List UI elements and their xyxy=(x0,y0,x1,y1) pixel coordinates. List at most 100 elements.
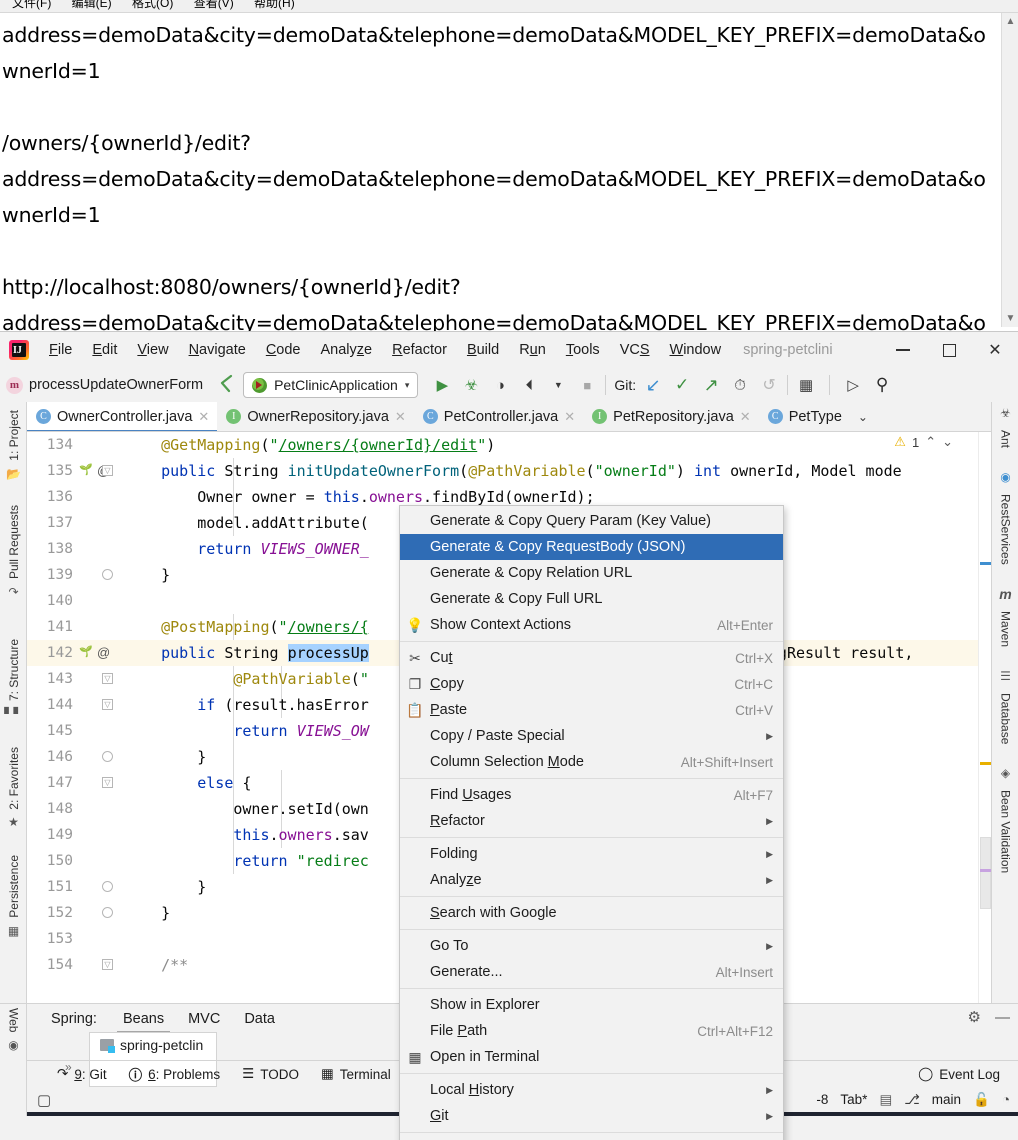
tree-item-module[interactable]: spring-petclin xyxy=(90,1033,216,1053)
menu-item-copy[interactable]: ❐ Copy Ctrl+C xyxy=(400,671,783,697)
sidebar-item-persistence[interactable]: Persistence ▦ xyxy=(0,851,27,944)
menu-item-analyze[interactable]: Analyze ▶ xyxy=(400,867,783,893)
menu-item-go-to[interactable]: Go To ▶ xyxy=(400,933,783,959)
fold-icon[interactable]: ▽ xyxy=(102,465,113,476)
menu-item-generate-copy-full-url[interactable]: Generate & Copy Full URL xyxy=(400,586,783,612)
navigation-bar[interactable]: m processUpdateOwnerForm xyxy=(6,376,203,394)
tab-mvc[interactable]: MVC xyxy=(176,1007,232,1032)
sidebar-item-maven[interactable]: m Maven xyxy=(992,585,1018,651)
menu-item-open-in-terminal[interactable]: ▦ Open in Terminal xyxy=(400,1044,783,1070)
scrollbar-thumb[interactable] xyxy=(980,837,991,909)
menu-item-git[interactable]: Git ▶ xyxy=(400,1103,783,1129)
scrollbar-track[interactable] xyxy=(1002,30,1018,310)
notepad-menu-format[interactable]: 格式(O) xyxy=(124,0,182,12)
notepad-menu-help[interactable]: 帮助(H) xyxy=(246,0,304,12)
menu-item-copy-paste-special[interactable]: Copy / Paste Special ▶ xyxy=(400,723,783,749)
indent-settings-icon[interactable]: ▤ xyxy=(879,1092,892,1108)
menu-code[interactable]: Code xyxy=(256,339,311,361)
menu-analyze[interactable]: Analyze xyxy=(311,339,383,361)
sidebar-item-favorites[interactable]: 2: Favorites ★ xyxy=(0,743,27,836)
menu-item-file-path[interactable]: File Path Ctrl+Alt+F12 xyxy=(400,1018,783,1044)
commit-icon[interactable]: ✓ xyxy=(672,375,692,395)
inspection-settings-icon[interactable]: ◔ xyxy=(1002,1092,1010,1107)
notepad-text-area[interactable]: address=demoData&city=demoData&telephone… xyxy=(0,15,991,371)
menu-item-show-in-explorer[interactable]: Show in Explorer xyxy=(400,992,783,1018)
fold-icon[interactable] xyxy=(102,569,113,580)
run-configuration-selector[interactable]: PetClinicApplication ▾ xyxy=(243,372,419,398)
menu-tools[interactable]: Tools xyxy=(556,339,610,361)
menu-item-folding[interactable]: Folding ▶ xyxy=(400,841,783,867)
back-arrow-icon[interactable] xyxy=(217,373,235,397)
sidebar-item-pull-requests[interactable]: Pull Requests ↷ xyxy=(0,501,27,605)
chevron-down-icon[interactable]: ▾ xyxy=(405,380,410,391)
project-structure-icon[interactable]: ▦ xyxy=(796,375,816,395)
close-icon[interactable]: ✕ xyxy=(740,409,751,425)
push-icon[interactable]: ↗ xyxy=(701,375,721,395)
code-line[interactable]: public String initUpdateOwnerForm(@PathV… xyxy=(119,458,991,484)
search-everywhere-icon[interactable]: ⚲ xyxy=(872,375,892,395)
fold-icon[interactable] xyxy=(102,907,113,918)
notepad-vertical-scrollbar[interactable]: ▲ ▼ xyxy=(1001,13,1018,327)
editor-context-menu[interactable]: Generate & Copy Query Param (Key Value) … xyxy=(399,505,784,1140)
menu-item-search-with-google[interactable]: Search with Google xyxy=(400,900,783,926)
inspection-widget[interactable]: ⚠ 1 ⌃ ⌄ xyxy=(894,434,953,450)
menu-vcs[interactable]: VCS xyxy=(610,339,660,361)
sidebar-item-bean-validation[interactable]: ◈ Bean Validation xyxy=(992,764,1018,877)
status-branch[interactable]: main xyxy=(932,1092,961,1107)
editor-marker-scrollbar[interactable] xyxy=(978,432,991,1003)
editor-tab-petcontroller[interactable]: C PetController.java ✕ xyxy=(414,402,583,431)
breadcrumb-method-name[interactable]: processUpdateOwnerForm xyxy=(29,377,203,393)
fold-icon[interactable]: ▽ xyxy=(102,699,113,710)
menu-edit[interactable]: Edit xyxy=(82,339,127,361)
close-button[interactable]: ✕ xyxy=(972,332,1018,368)
status-encoding[interactable]: -8 xyxy=(816,1092,828,1107)
editor-tab-pettype[interactable]: C PetType xyxy=(759,402,850,431)
fold-icon[interactable] xyxy=(102,881,113,892)
tab-beans[interactable]: Beans xyxy=(111,1007,176,1034)
editor-gutter[interactable]: 134 135 🌱 @ ▽ 136 137 138 139 140 14 xyxy=(27,432,119,1003)
menu-navigate[interactable]: Navigate xyxy=(179,339,256,361)
menu-item-generate-copy-relation-url[interactable]: Generate & Copy Relation URL xyxy=(400,560,783,586)
ide-menu-bar[interactable]: File Edit View Navigate Code Analyze Ref… xyxy=(39,339,731,361)
menu-item-cut[interactable]: ✂ Cut Ctrl+X xyxy=(400,645,783,671)
annotation-gutter-icon[interactable]: @ xyxy=(97,640,110,666)
close-icon[interactable]: ✕ xyxy=(198,409,209,425)
menu-item-compare-with-clipboard[interactable]: ❐ Compare with Clipboard xyxy=(400,1136,783,1140)
scroll-down-arrow-icon[interactable]: ▼ xyxy=(1002,310,1018,327)
menu-item-column-selection-mode[interactable]: Column Selection Mode Alt+Shift+Insert xyxy=(400,749,783,775)
fold-icon[interactable]: ▽ xyxy=(102,777,113,788)
minimize-button[interactable] xyxy=(880,332,926,368)
menu-item-generate[interactable]: Generate... Alt+Insert xyxy=(400,959,783,985)
menu-build[interactable]: Build xyxy=(457,339,509,361)
menu-item-paste[interactable]: 📋 Paste Ctrl+V xyxy=(400,697,783,723)
menu-item-show-context-actions[interactable]: 💡 Show Context Actions Alt+Enter xyxy=(400,612,783,638)
history-icon[interactable]: ⏱ xyxy=(730,375,750,395)
tool-tab-todo[interactable]: ☰ TODO xyxy=(242,1066,299,1082)
menu-item-generate-copy-requestbody[interactable]: Generate & Copy RequestBody (JSON) xyxy=(400,534,783,560)
stop-icon[interactable]: ■ xyxy=(577,375,597,395)
menu-item-find-usages[interactable]: Find Usages Alt+F7 xyxy=(400,782,783,808)
rollback-icon[interactable]: ↺ xyxy=(759,375,779,395)
menu-window[interactable]: Window xyxy=(660,339,732,361)
menu-item-refactor[interactable]: Refactor ▶ xyxy=(400,808,783,834)
notepad-menu-view[interactable]: 查看(V) xyxy=(186,0,243,12)
editor-tab-ownercontroller[interactable]: C OwnerController.java ✕ xyxy=(27,402,218,431)
status-left-icon[interactable]: ▢ xyxy=(37,1091,51,1109)
tab-overflow-chevron-icon[interactable]: ⌄ xyxy=(850,402,876,431)
notepad-menu-bar[interactable]: 文件(F) 编辑(E) 格式(O) 查看(V) 帮助(H) xyxy=(0,0,1018,12)
sidebar-item-rest-services[interactable]: ◉ RestServices xyxy=(992,468,1018,569)
menu-file[interactable]: File xyxy=(39,339,82,361)
profiler-icon[interactable]: ⏴ xyxy=(519,375,539,395)
menu-view[interactable]: View xyxy=(127,339,178,361)
tab-data[interactable]: Data xyxy=(232,1007,287,1032)
tool-tab-git[interactable]: ↷ 9: Git xyxy=(57,1066,107,1082)
editor-tab-petrepository[interactable]: I PetRepository.java ✕ xyxy=(583,402,759,431)
close-icon[interactable]: ✕ xyxy=(395,409,406,425)
scroll-up-arrow-icon[interactable]: ▲ xyxy=(1002,13,1018,30)
run-icon[interactable]: ▶ xyxy=(432,375,452,395)
menu-item-local-history[interactable]: Local History ▶ xyxy=(400,1077,783,1103)
update-project-icon[interactable]: ↙ xyxy=(643,375,663,395)
gear-icon[interactable]: ⚙ xyxy=(968,1008,981,1026)
minimize-icon[interactable]: — xyxy=(995,1009,1010,1026)
fold-icon[interactable]: ▽ xyxy=(102,673,113,684)
